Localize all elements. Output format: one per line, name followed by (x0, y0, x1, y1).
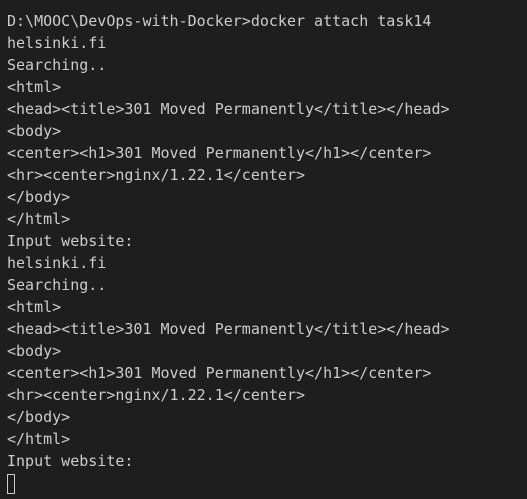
terminal-line-output: <center><h1>301 Moved Permanently</h1></… (7, 364, 432, 382)
terminal-line-output: <html> (7, 298, 62, 316)
terminal-line-output: <head><title>301 Moved Permanently</titl… (7, 320, 450, 338)
terminal-line-output: <html> (7, 78, 62, 96)
terminal-line-output: </body> (7, 408, 71, 426)
terminal-line-output: <head><title>301 Moved Permanently</titl… (7, 100, 450, 118)
terminal-line-output: </html> (7, 430, 71, 448)
terminal-cursor[interactable] (7, 474, 15, 494)
terminal-line-input: helsinki.fi (7, 254, 107, 272)
terminal-line-output: <body> (7, 342, 62, 360)
terminal-line-prompt: Input website: (7, 232, 134, 250)
terminal-line-output: </body> (7, 188, 71, 206)
terminal-line-output: </html> (7, 210, 71, 228)
terminal-line-output: <hr><center>nginx/1.22.1</center> (7, 166, 306, 184)
terminal-line-output: <hr><center>nginx/1.22.1</center> (7, 386, 306, 404)
terminal-line-input: helsinki.fi (7, 34, 107, 52)
terminal-line-prompt: Input website: (7, 452, 134, 470)
terminal-line-output: <body> (7, 122, 62, 140)
terminal-line-output: <center><h1>301 Moved Permanently</h1></… (7, 144, 432, 162)
terminal-line-status: Searching.. (7, 276, 107, 294)
terminal-line-status: Searching.. (7, 56, 107, 74)
terminal-line-command: D:\MOOC\DevOps-with-Docker>docker attach… (7, 12, 432, 30)
terminal-input-line[interactable] (7, 472, 527, 494)
terminal-window[interactable]: D:\MOOC\DevOps-with-Docker>docker attach… (0, 0, 527, 499)
